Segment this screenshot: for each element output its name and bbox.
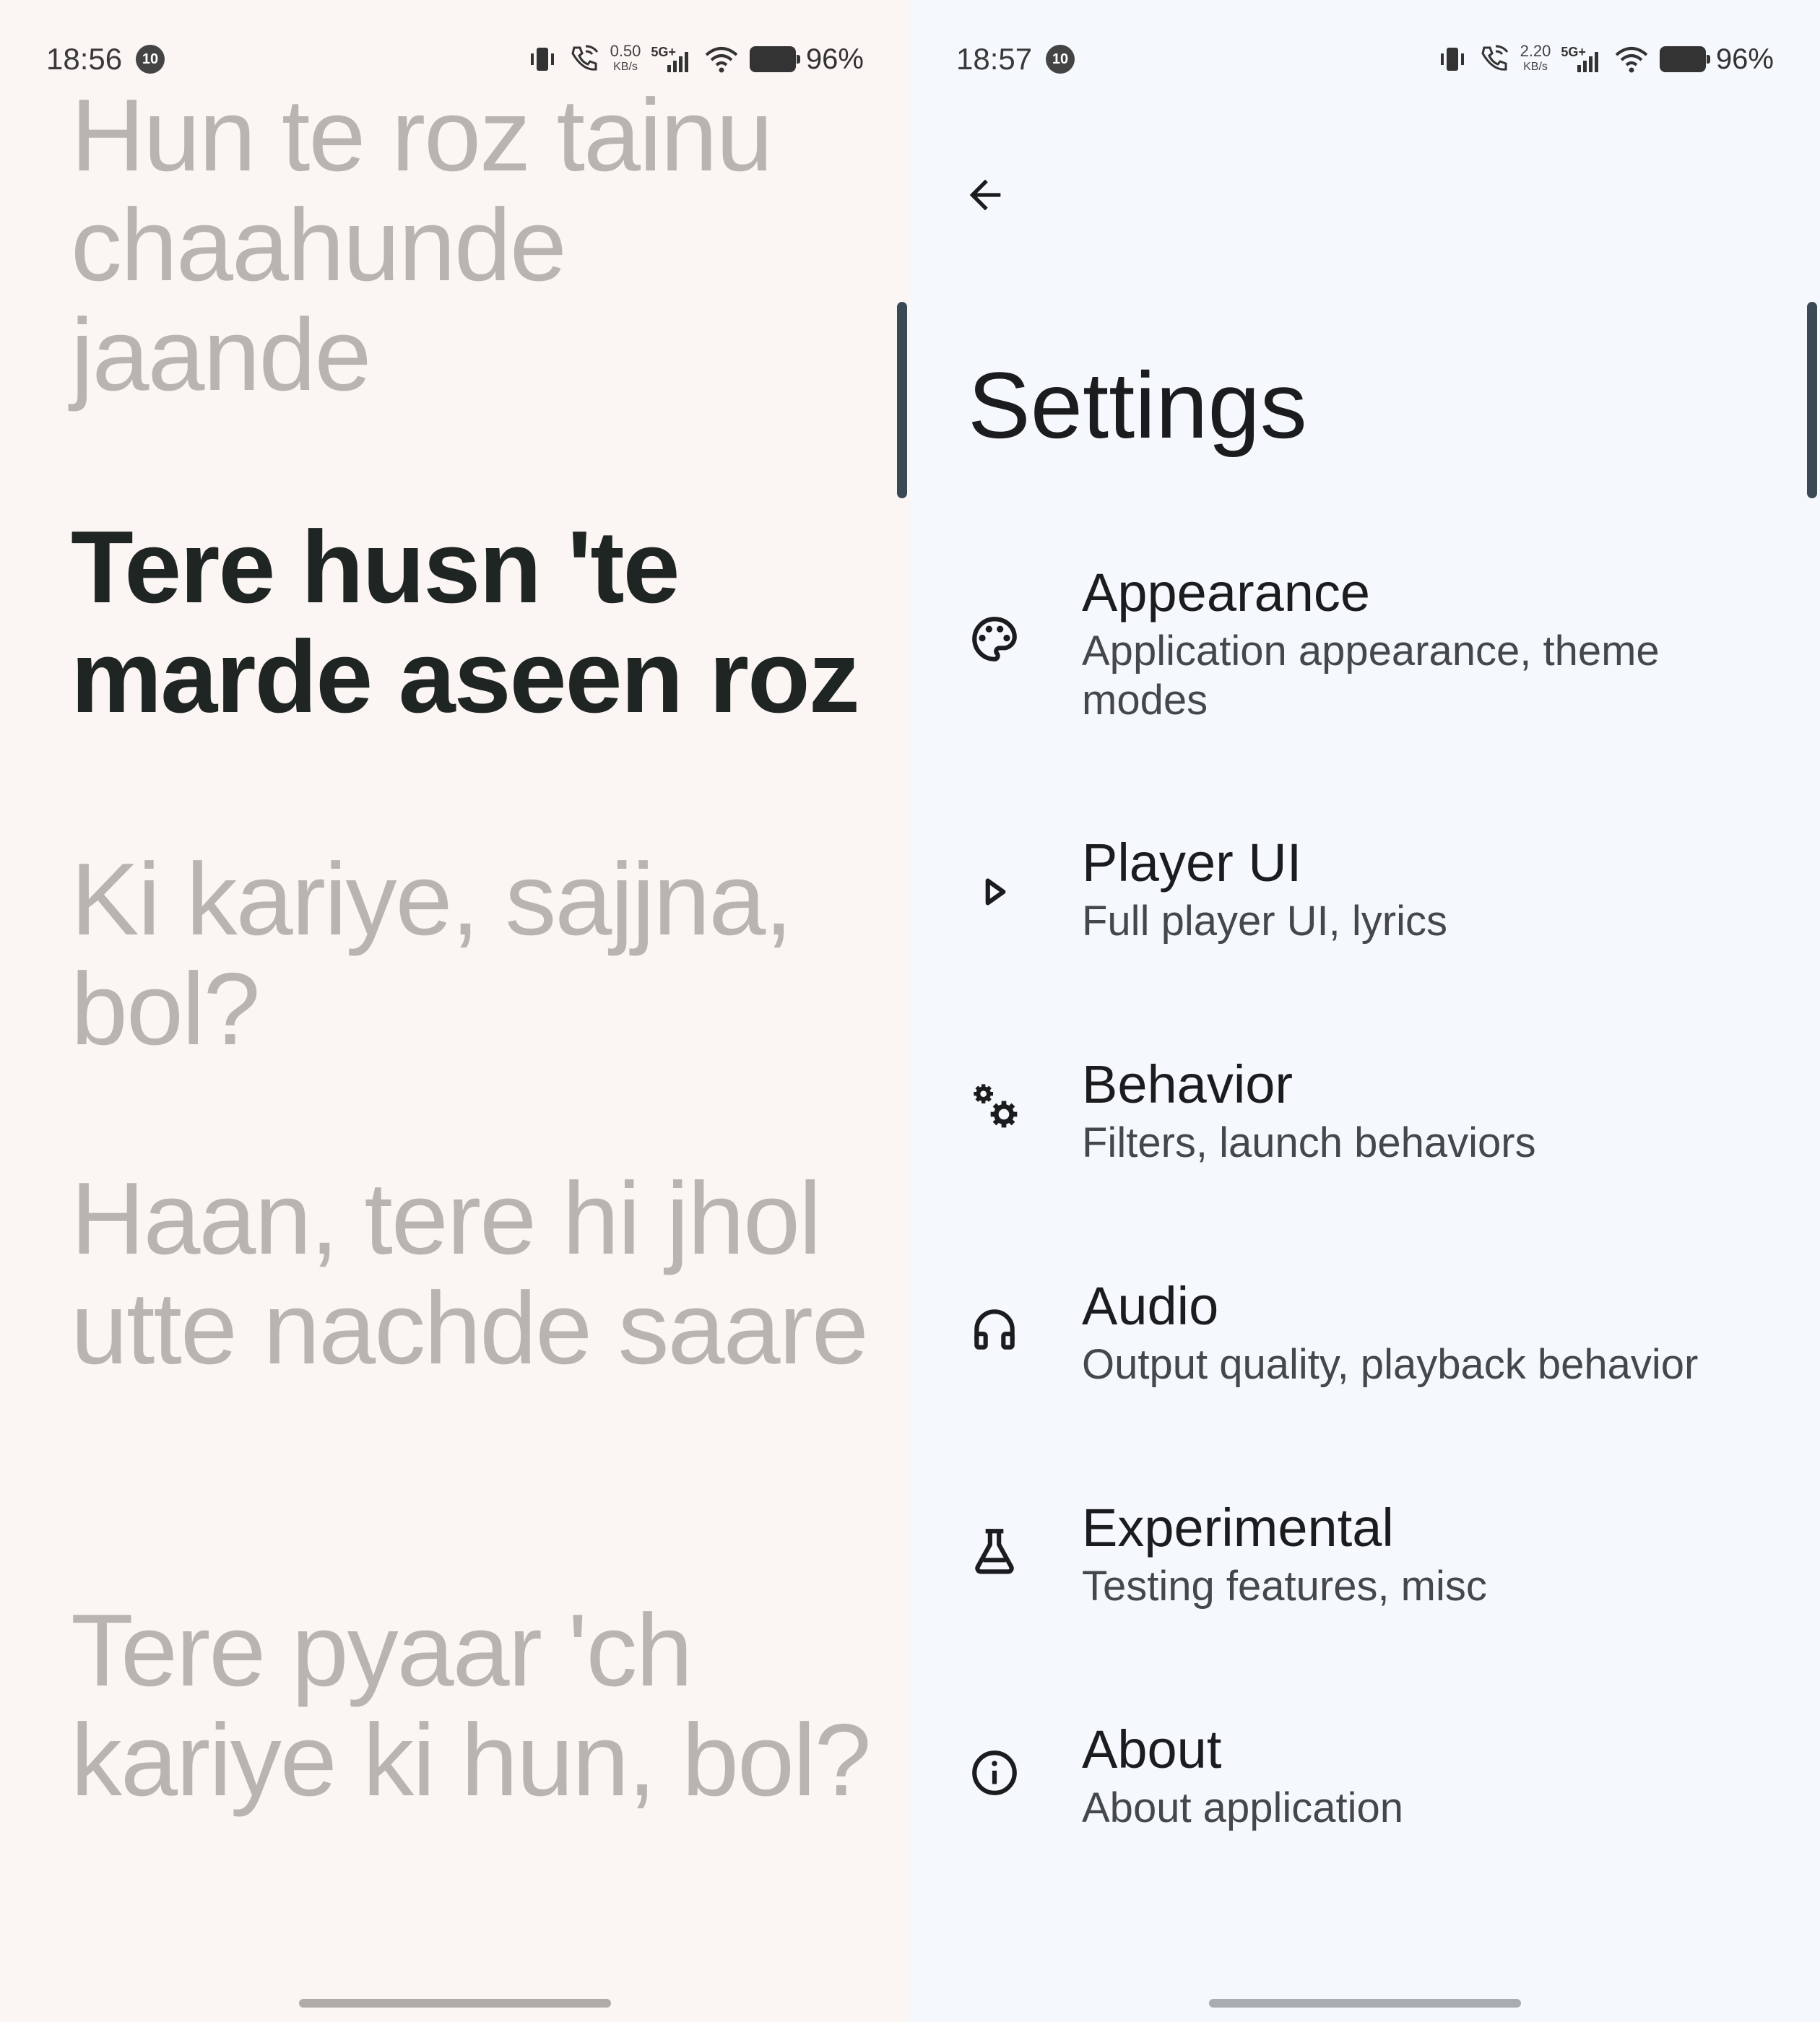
settings-item-description: Testing features, misc	[1082, 1563, 1487, 1610]
settings-item-description: Output quality, playback behavior	[1082, 1341, 1699, 1388]
gesture-nav-bar[interactable]	[299, 1999, 611, 2008]
wifi-call-icon	[1478, 43, 1510, 75]
lyric-line[interactable]: Tere pyaar 'ch kariye ki hun, bol?	[71, 1596, 880, 1815]
back-button[interactable]	[950, 160, 1020, 230]
settings-item-appearance[interactable]: Appearance Application appearance, theme…	[910, 560, 1820, 734]
wifi-icon	[1613, 45, 1650, 74]
net-speed: 2.20 KB/s	[1520, 42, 1551, 74]
wifi-call-icon	[568, 43, 600, 75]
status-bar: 18:57 10 2.20 KB/s 5G+ 96%	[910, 35, 1820, 85]
status-time: 18:56	[46, 42, 123, 76]
vibrate-icon	[526, 45, 558, 74]
lyric-line-active[interactable]: Tere husn 'te marde aseen roz	[71, 513, 880, 732]
wifi-icon	[703, 45, 740, 74]
lyric-line[interactable]: Haan, tere hi jhol utte nachde saare	[71, 1164, 880, 1384]
network-type-label: 5G+	[1561, 44, 1586, 59]
settings-item-label: Audio	[1082, 1276, 1219, 1336]
settings-item-description: Filters, launch behaviors	[1082, 1119, 1536, 1166]
battery-percent: 96%	[1715, 43, 1774, 75]
lyrics-screen: 18:56 10 0.50 KB/s 5G+ 96% Hun te roz ta…	[0, 0, 910, 2022]
settings-item-description: Full player UI, lyrics	[1082, 898, 1447, 945]
scrollbar[interactable]	[1807, 302, 1817, 498]
palette-icon	[968, 612, 1037, 669]
scrollbar[interactable]	[897, 302, 907, 498]
settings-item-audio[interactable]: Audio Output quality, playback behavior	[910, 1274, 1820, 1447]
settings-item-player-ui[interactable]: Player UI Full player UI, lyrics	[910, 830, 1820, 1004]
status-time: 18:57	[956, 42, 1033, 76]
settings-item-description: About application	[1082, 1784, 1403, 1831]
settings-item-label: Experimental	[1082, 1498, 1394, 1558]
gesture-nav-bar[interactable]	[1209, 1999, 1521, 2008]
network-type-label: 5G+	[651, 44, 676, 59]
flask-icon	[968, 1524, 1037, 1581]
settings-item-about[interactable]: About About application	[910, 1717, 1820, 1891]
net-speed: 0.50 KB/s	[610, 42, 641, 74]
settings-item-label: Appearance	[1082, 563, 1371, 622]
headphones-icon	[968, 1303, 1037, 1360]
settings-item-label: Player UI	[1082, 833, 1302, 893]
settings-item-label: Behavior	[1082, 1054, 1294, 1114]
notification-badge: 10	[136, 45, 165, 74]
battery-icon	[1659, 46, 1710, 72]
gears-icon	[968, 1078, 1037, 1140]
lyric-line[interactable]: Ki kariye, sajjna, bol?	[71, 845, 880, 1064]
settings-item-label: About	[1082, 1719, 1222, 1779]
vibrate-icon	[1436, 45, 1468, 74]
page-title: Settings	[968, 352, 1307, 458]
info-icon	[968, 1746, 1037, 1803]
play-icon	[968, 865, 1037, 922]
battery-icon	[749, 46, 800, 72]
arrow-back-icon	[969, 179, 1001, 211]
settings-item-behavior[interactable]: Behavior Filters, launch behaviors	[910, 1052, 1820, 1225]
battery-percent: 96%	[805, 43, 864, 75]
lyric-line[interactable]: Hun te roz tainu chaahunde jaande	[71, 81, 880, 410]
settings-item-description: Application appearance, theme modes	[1082, 628, 1660, 724]
notification-badge: 10	[1046, 45, 1075, 74]
settings-item-experimental[interactable]: Experimental Testing features, misc	[910, 1496, 1820, 1669]
